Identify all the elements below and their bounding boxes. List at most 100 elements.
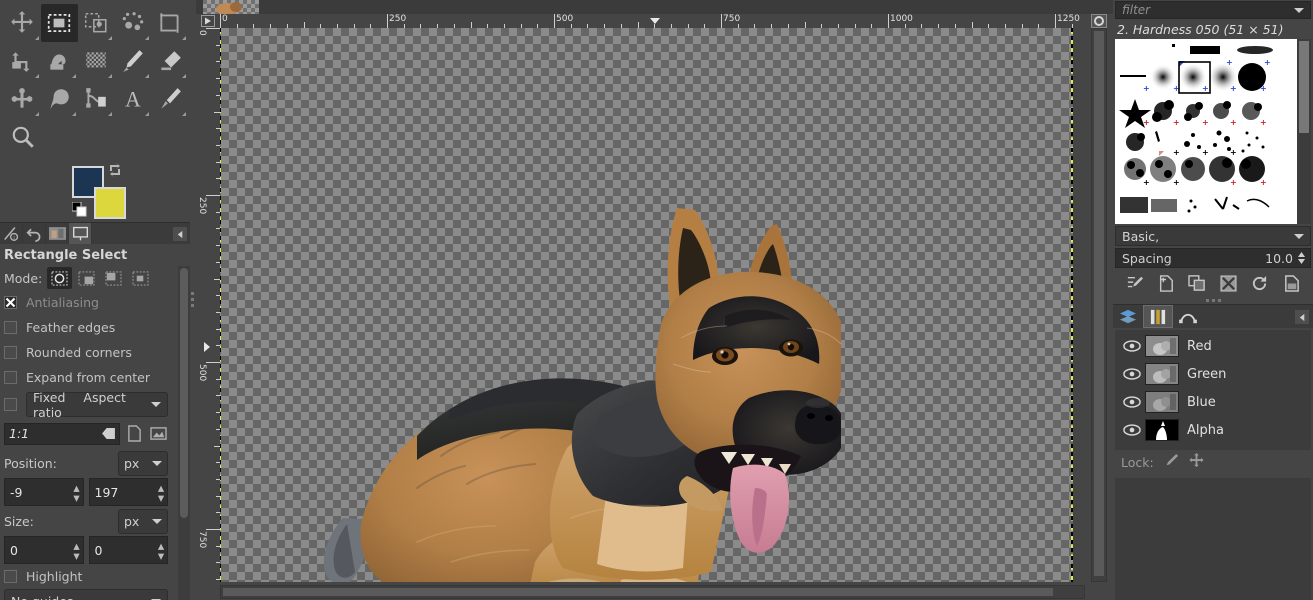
smudge-tool[interactable] [41, 80, 78, 118]
dock-menu-button[interactable] [173, 227, 187, 241]
brush-spacing-stepper[interactable]: Spacing 10.0 [1115, 248, 1311, 268]
ruler-corner-button[interactable] [196, 14, 220, 28]
guides-combo[interactable]: No guides [4, 589, 168, 600]
pattern-fill-tool[interactable] [78, 42, 115, 80]
scrollbar-thumb[interactable] [1299, 41, 1309, 133]
navigation-preview-button[interactable] [1087, 14, 1111, 28]
move-tool[interactable] [4, 4, 41, 42]
brush-grid[interactable]: + + + + + + + + + + + + + + + + + + + [1115, 39, 1297, 224]
background-color-swatch[interactable] [94, 187, 126, 219]
clone-tool[interactable] [4, 80, 41, 118]
antialiasing-checkbox[interactable] [4, 296, 17, 309]
canvas-viewport[interactable] [220, 28, 1085, 582]
option-feather-edges[interactable]: Feather edges [4, 315, 168, 340]
edit-brush-button[interactable] [1123, 272, 1147, 294]
color-picker-tool[interactable] [151, 80, 188, 118]
paintbrush-tool[interactable] [114, 42, 151, 80]
tool-options-scrollbar[interactable] [178, 266, 190, 600]
visibility-eye-icon[interactable] [1119, 368, 1145, 380]
expand-from-center-checkbox[interactable] [4, 371, 17, 384]
paths-tab[interactable] [1173, 305, 1203, 328]
transform-tool[interactable] [4, 42, 41, 80]
images-tab[interactable] [46, 223, 69, 244]
open-brush-as-image-button[interactable] [1279, 272, 1303, 294]
layers-tab[interactable] [1113, 305, 1143, 328]
delete-brush-button[interactable] [1217, 272, 1241, 294]
ruler-label: 500 [197, 364, 207, 382]
brush-filter-input[interactable]: filter [1115, 1, 1311, 19]
portrait-orientation-button[interactable] [124, 423, 144, 444]
rounded-corners-checkbox[interactable] [4, 346, 17, 359]
mode-replace[interactable] [47, 267, 73, 289]
channel-row-blue[interactable]: Blue [1115, 388, 1311, 416]
eraser-tool[interactable] [151, 42, 188, 80]
position-y-stepper[interactable]: 197 ▴ ▾ [88, 478, 168, 506]
visibility-eye-icon[interactable] [1119, 424, 1145, 436]
duplicate-brush-button[interactable] [1185, 272, 1209, 294]
horizontal-ruler[interactable]: 0 250 500 750 1000 1250 [220, 14, 1085, 28]
dock-separator-grip[interactable] [1113, 296, 1313, 304]
image-canvas[interactable] [220, 28, 1073, 582]
chevron-down-icon[interactable] [1294, 7, 1304, 13]
size-height-stepper[interactable]: 0 ▴ ▾ [88, 536, 168, 564]
lock-position-icon[interactable] [1189, 453, 1204, 471]
brush-collection-combo[interactable]: Basic, [1115, 226, 1311, 246]
image-tab-thumbnail[interactable] [203, 0, 259, 14]
fixed-aspect-combo[interactable]: Fixed Aspect ratio [26, 390, 168, 420]
fixed-checkbox[interactable] [4, 398, 17, 411]
new-brush-button[interactable] [1154, 272, 1178, 294]
highlight-checkbox[interactable] [4, 570, 17, 583]
mode-intersect[interactable] [128, 267, 153, 289]
vertical-ruler[interactable]: 0 250 500 750 [196, 28, 220, 582]
canvas-horizontal-scrollbar[interactable] [220, 585, 1085, 599]
feather-edges-checkbox[interactable] [4, 321, 17, 334]
position-x-stepper[interactable]: -9 ▴ ▾ [4, 478, 84, 506]
landscape-orientation-button[interactable] [148, 423, 168, 444]
ink-tool[interactable] [78, 80, 115, 118]
brush-grid-scrollbar[interactable] [1297, 39, 1311, 224]
tool-corner-marker [145, 112, 150, 116]
size-width-stepper[interactable]: 0 ▴ ▾ [4, 536, 84, 564]
channel-row-alpha[interactable]: Alpha [1115, 416, 1311, 444]
mode-add[interactable] [74, 267, 99, 289]
visibility-eye-icon[interactable] [1119, 396, 1145, 408]
ruler-tick [206, 362, 220, 363]
channel-row-red[interactable]: Red [1115, 332, 1311, 360]
channel-thumbnail [1145, 419, 1179, 441]
lock-pixels-icon[interactable] [1164, 453, 1179, 471]
bucket-fill-tool[interactable] [41, 42, 78, 80]
scrollbar-thumb[interactable] [1094, 31, 1104, 576]
size-spinners: 0 ▴ ▾ 0 ▴ ▾ [4, 536, 168, 564]
right-dock: filter 2. Hardness 050 (51 × 51) + + + +… [1113, 0, 1313, 600]
fuzzy-select-tool[interactable] [114, 4, 151, 42]
option-expand-from-center[interactable]: Expand from center [4, 365, 168, 390]
zoom-tool[interactable] [4, 118, 41, 156]
position-unit-combo[interactable]: px [118, 450, 168, 476]
undo-history-tab[interactable] [23, 223, 46, 244]
channels-menu-button[interactable] [1295, 310, 1309, 324]
free-select-tool[interactable] [78, 4, 115, 42]
rectangle-select-tool[interactable] [40, 4, 78, 42]
scrollbar-thumb[interactable] [223, 588, 1053, 596]
pointer-tab[interactable]: i [0, 223, 23, 244]
visibility-eye-icon[interactable] [1119, 340, 1145, 352]
swap-colors-icon[interactable] [108, 163, 122, 177]
option-highlight[interactable]: Highlight [4, 564, 168, 589]
tool-options-tab[interactable] [69, 223, 92, 244]
svg-text:+: + [1143, 118, 1150, 127]
channel-row-green[interactable]: Green [1115, 360, 1311, 388]
channels-tab[interactable] [1143, 305, 1173, 328]
default-colors-icon[interactable] [71, 201, 88, 218]
mode-subtract[interactable] [101, 267, 126, 289]
ruler-tick [554, 14, 555, 28]
scrollbar-thumb[interactable] [180, 268, 188, 518]
text-tool[interactable]: A [114, 80, 151, 118]
aspect-ratio-input[interactable]: 1:1 [4, 422, 120, 445]
size-unit-combo[interactable]: px [118, 508, 168, 534]
option-rounded-corners[interactable]: Rounded corners [4, 340, 168, 365]
canvas-vertical-scrollbar[interactable] [1091, 28, 1107, 582]
crop-tool[interactable] [151, 4, 188, 42]
option-antialiasing[interactable]: Antialiasing [4, 290, 168, 315]
refresh-brushes-button[interactable] [1248, 272, 1272, 294]
spacing-arrows[interactable] [1297, 251, 1306, 265]
